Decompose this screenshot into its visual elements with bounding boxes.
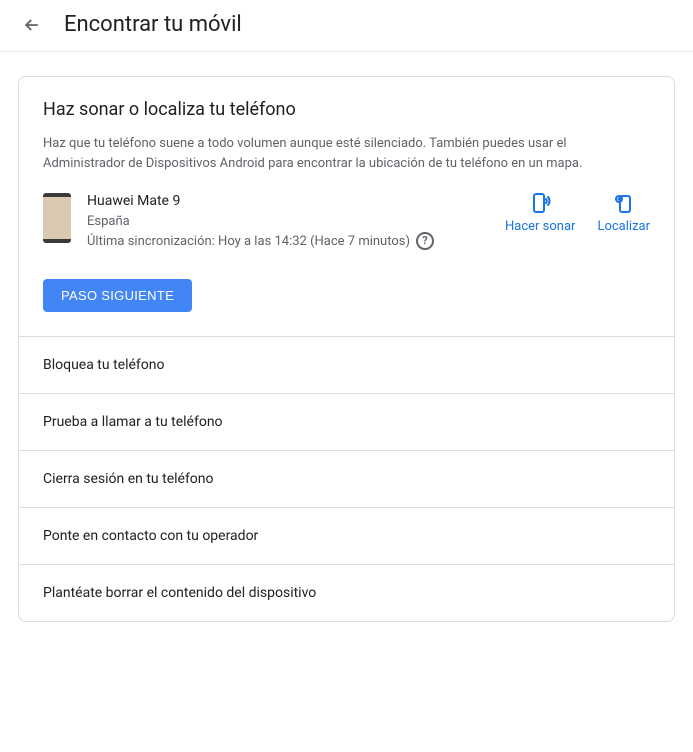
section-description: Haz que tu teléfono suene a todo volumen… [43,134,650,173]
sign-out-item[interactable]: Cierra sesión en tu teléfono [19,450,674,507]
call-phone-item[interactable]: Prueba a llamar a tu teléfono [19,393,674,450]
erase-device-item[interactable]: Plantéate borrar el contenido del dispos… [19,564,674,621]
locate-label: Localizar [597,219,650,234]
device-sync-text: Última sincronización: Hoy a las 14:32 (… [87,232,410,252]
phone-ring-icon [528,191,552,215]
ring-label: Hacer sonar [505,219,575,234]
device-image [43,193,71,243]
section-title: Haz sonar o localiza tu teléfono [43,99,650,120]
back-button[interactable] [20,13,44,37]
device-name: Huawei Mate 9 [87,191,489,212]
help-icon[interactable]: ? [416,232,434,250]
ring-locate-section: Haz sonar o localiza tu teléfono Haz que… [19,77,674,336]
arrow-left-icon [22,15,42,35]
device-info: Huawei Mate 9 España Última sincronizaci… [87,191,489,251]
main-card: Haz sonar o localiza tu teléfono Haz que… [18,76,675,622]
content-wrapper: Haz sonar o localiza tu teléfono Haz que… [0,52,693,646]
device-row: Huawei Mate 9 España Última sincronizaci… [43,191,650,251]
next-step-button[interactable]: PASO SIGUIENTE [43,279,192,312]
page-header: Encontrar tu móvil [0,0,693,52]
locate-button[interactable]: Localizar [597,191,650,234]
device-actions: Hacer sonar Localizar [505,191,650,234]
device-location: España [87,212,489,232]
ring-button[interactable]: Hacer sonar [505,191,575,234]
page-title: Encontrar tu móvil [64,12,242,37]
lock-phone-item[interactable]: Bloquea tu teléfono [19,336,674,393]
locate-icon [612,191,636,215]
device-sync-row: Última sincronización: Hoy a las 14:32 (… [87,232,489,252]
contact-carrier-item[interactable]: Ponte en contacto con tu operador [19,507,674,564]
